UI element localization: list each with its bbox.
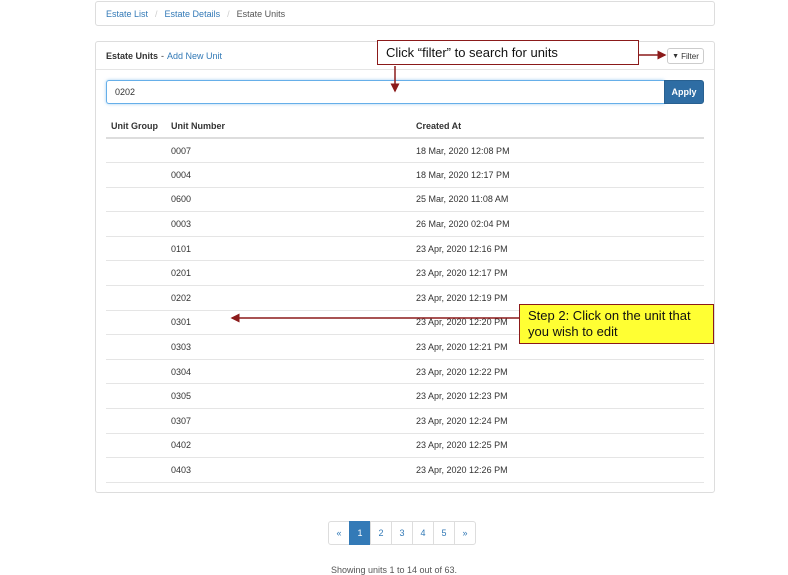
- panel-title: Estate Units: [106, 50, 159, 61]
- pagination-prev[interactable]: «: [328, 521, 350, 545]
- created-at-cell: 18 Mar, 2020 12:08 PM: [411, 138, 704, 164]
- breadcrumb-estate-list[interactable]: Estate List: [106, 9, 148, 19]
- created-at-cell: 23 Apr, 2020 12:24 PM: [411, 408, 704, 434]
- add-new-unit-link[interactable]: Add New Unit: [167, 51, 222, 61]
- table-row[interactable]: 0101 23 Apr, 2020 12:16 PM: [106, 236, 704, 262]
- created-at-cell: 23 Apr, 2020 12:25 PM: [411, 433, 704, 459]
- unit-group-cell: [106, 211, 166, 237]
- filter-button-label: Filter: [681, 51, 699, 61]
- unit-number-cell: 0007: [166, 138, 411, 164]
- unit-group-cell: [106, 457, 166, 483]
- table-row[interactable]: 0402 23 Apr, 2020 12:25 PM: [106, 433, 704, 459]
- apply-button[interactable]: Apply: [664, 80, 704, 104]
- unit-number-cell: 0101: [166, 236, 411, 262]
- unit-number-cell: 0201: [166, 260, 411, 287]
- pagination-next[interactable]: »: [454, 521, 476, 545]
- unit-group-cell: [106, 334, 166, 360]
- showing-count-text: Showing units 1 to 14 out of 63.: [330, 565, 458, 575]
- unit-number-cell: 0403: [166, 457, 411, 483]
- table-row[interactable]: 0305 23 Apr, 2020 12:23 PM: [106, 383, 704, 410]
- header-unit-number: Unit Number: [166, 114, 411, 139]
- unit-group-cell: [106, 285, 166, 311]
- unit-group-cell: [106, 236, 166, 262]
- unit-group-cell: [106, 383, 166, 410]
- pagination-page-1[interactable]: 1: [349, 521, 371, 545]
- units-table: Unit Group Unit Number Created At 0007 18…: [106, 114, 704, 483]
- table-row[interactable]: 0304 23 Apr, 2020 12:22 PM: [106, 359, 704, 385]
- filter-icon: ▼: [672, 52, 680, 60]
- breadcrumb: Estate List / Estate Details / Estate Un…: [95, 1, 715, 26]
- created-at-cell: 23 Apr, 2020 12:23 PM: [411, 383, 704, 410]
- header-created-at: Created At: [411, 114, 704, 139]
- unit-number-cell: 0303: [166, 334, 411, 360]
- step2-instruction-callout: Step 2: Click on the unit that you wish …: [519, 304, 714, 344]
- table-row[interactable]: 0403 23 Apr, 2020 12:26 PM: [106, 457, 704, 483]
- unit-group-cell: [106, 408, 166, 434]
- table-row[interactable]: 0007 18 Mar, 2020 12:08 PM: [106, 138, 704, 164]
- title-separator: -: [161, 50, 165, 61]
- pagination-page-4[interactable]: 4: [412, 521, 434, 545]
- pagination-page-5[interactable]: 5: [433, 521, 455, 545]
- header-unit-group: Unit Group: [106, 114, 166, 139]
- breadcrumb-separator: /: [155, 8, 158, 19]
- unit-number-cell: 0003: [166, 211, 411, 237]
- table-row[interactable]: 0307 23 Apr, 2020 12:24 PM: [106, 408, 704, 434]
- table-row[interactable]: 0003 26 Mar, 2020 02:04 PM: [106, 211, 704, 237]
- created-at-cell: 25 Mar, 2020 11:08 AM: [411, 187, 704, 213]
- unit-number-cell: 0202: [166, 285, 411, 311]
- estate-units-panel: Estate Units - Add New Unit ▼ Filter App…: [95, 41, 715, 493]
- table-row[interactable]: 0201 23 Apr, 2020 12:17 PM: [106, 260, 704, 287]
- unit-number-cell: 0004: [166, 162, 411, 188]
- breadcrumb-estate-details[interactable]: Estate Details: [165, 9, 221, 19]
- unit-group-cell: [106, 138, 166, 164]
- pagination-page-3[interactable]: 3: [391, 521, 413, 545]
- unit-group-cell: [106, 310, 166, 336]
- created-at-cell: 23 Apr, 2020 12:22 PM: [411, 359, 704, 385]
- unit-number-cell: 0307: [166, 408, 411, 434]
- search-input[interactable]: [106, 80, 664, 104]
- created-at-cell: 23 Apr, 2020 12:16 PM: [411, 236, 704, 262]
- unit-number-cell: 0402: [166, 433, 411, 459]
- unit-number-cell: 0305: [166, 383, 411, 410]
- table-row[interactable]: 0600 25 Mar, 2020 11:08 AM: [106, 187, 704, 213]
- table-row[interactable]: 0004 18 Mar, 2020 12:17 PM: [106, 162, 704, 188]
- filter-button[interactable]: ▼ Filter: [667, 48, 704, 64]
- unit-group-cell: [106, 433, 166, 459]
- unit-number-cell: 0301: [166, 310, 411, 336]
- unit-group-cell: [106, 260, 166, 287]
- breadcrumb-separator: /: [227, 8, 230, 19]
- created-at-cell: 23 Apr, 2020 12:26 PM: [411, 457, 704, 483]
- breadcrumb-current: Estate Units: [236, 8, 286, 19]
- created-at-cell: 26 Mar, 2020 02:04 PM: [411, 211, 704, 237]
- filter-instruction-callout: Click “filter” to search for units: [377, 40, 639, 65]
- unit-group-cell: [106, 359, 166, 385]
- created-at-cell: 18 Mar, 2020 12:17 PM: [411, 162, 704, 188]
- unit-group-cell: [106, 162, 166, 188]
- table-header-row: Unit Group Unit Number Created At: [106, 114, 704, 139]
- search-row: Apply: [106, 80, 704, 104]
- pagination-page-2[interactable]: 2: [370, 521, 392, 545]
- unit-number-cell: 0304: [166, 359, 411, 385]
- pagination: « 1 2 3 4 5 »: [328, 521, 476, 545]
- created-at-cell: 23 Apr, 2020 12:17 PM: [411, 260, 704, 287]
- unit-number-cell: 0600: [166, 187, 411, 213]
- unit-group-cell: [106, 187, 166, 213]
